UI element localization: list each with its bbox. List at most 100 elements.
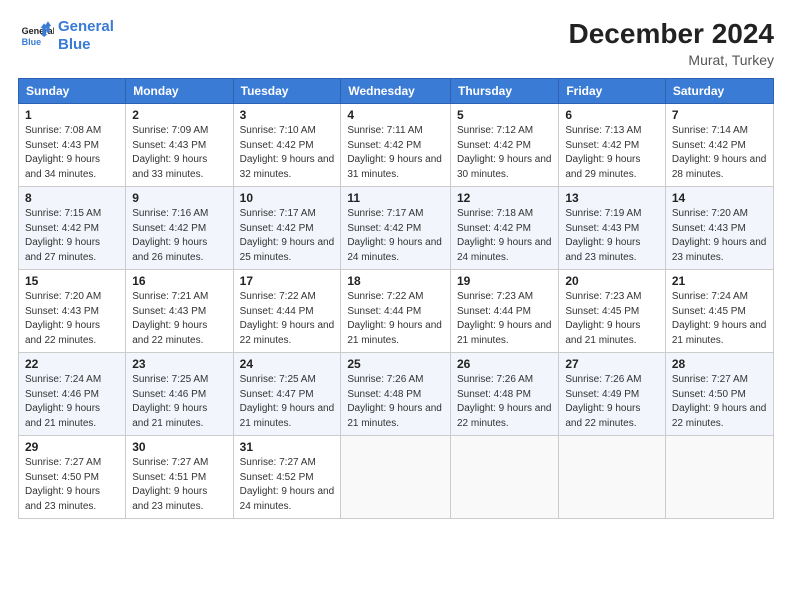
calendar-cell: 19 Sunrise: 7:23 AM Sunset: 4:44 PM Dayl… bbox=[450, 270, 558, 353]
day-number: 22 bbox=[25, 357, 119, 371]
day-number: 15 bbox=[25, 274, 119, 288]
day-info: Sunrise: 7:18 AM Sunset: 4:42 PM Dayligh… bbox=[457, 208, 552, 263]
calendar-cell: 5 Sunrise: 7:12 AM Sunset: 4:42 PM Dayli… bbox=[450, 104, 558, 187]
day-info: Sunrise: 7:13 AM Sunset: 4:42 PM Dayligh… bbox=[565, 125, 641, 180]
col-monday: Monday bbox=[126, 79, 233, 104]
day-info: Sunrise: 7:11 AM Sunset: 4:42 PM Dayligh… bbox=[347, 125, 442, 180]
day-info: Sunrise: 7:14 AM Sunset: 4:42 PM Dayligh… bbox=[672, 125, 767, 180]
day-number: 19 bbox=[457, 274, 552, 288]
subtitle: Murat, Turkey bbox=[569, 52, 774, 68]
calendar-table: Sunday Monday Tuesday Wednesday Thursday… bbox=[18, 78, 774, 519]
day-number: 29 bbox=[25, 440, 119, 454]
calendar-week-row: 29 Sunrise: 7:27 AM Sunset: 4:50 PM Dayl… bbox=[19, 436, 774, 519]
day-number: 14 bbox=[672, 191, 767, 205]
day-number: 12 bbox=[457, 191, 552, 205]
calendar-week-row: 1 Sunrise: 7:08 AM Sunset: 4:43 PM Dayli… bbox=[19, 104, 774, 187]
calendar-cell: 28 Sunrise: 7:27 AM Sunset: 4:50 PM Dayl… bbox=[665, 353, 773, 436]
day-info: Sunrise: 7:24 AM Sunset: 4:45 PM Dayligh… bbox=[672, 291, 767, 346]
day-info: Sunrise: 7:10 AM Sunset: 4:42 PM Dayligh… bbox=[240, 125, 335, 180]
day-number: 10 bbox=[240, 191, 335, 205]
calendar-cell: 7 Sunrise: 7:14 AM Sunset: 4:42 PM Dayli… bbox=[665, 104, 773, 187]
day-number: 8 bbox=[25, 191, 119, 205]
calendar-cell: 27 Sunrise: 7:26 AM Sunset: 4:49 PM Dayl… bbox=[559, 353, 666, 436]
calendar-cell: 22 Sunrise: 7:24 AM Sunset: 4:46 PM Dayl… bbox=[19, 353, 126, 436]
day-number: 18 bbox=[347, 274, 444, 288]
title-block: December 2024 Murat, Turkey bbox=[569, 18, 774, 68]
calendar-cell: 23 Sunrise: 7:25 AM Sunset: 4:46 PM Dayl… bbox=[126, 353, 233, 436]
col-wednesday: Wednesday bbox=[341, 79, 451, 104]
day-info: Sunrise: 7:27 AM Sunset: 4:50 PM Dayligh… bbox=[25, 457, 101, 512]
day-info: Sunrise: 7:22 AM Sunset: 4:44 PM Dayligh… bbox=[240, 291, 335, 346]
day-info: Sunrise: 7:27 AM Sunset: 4:50 PM Dayligh… bbox=[672, 374, 767, 429]
calendar-cell: 18 Sunrise: 7:22 AM Sunset: 4:44 PM Dayl… bbox=[341, 270, 451, 353]
calendar-cell: 11 Sunrise: 7:17 AM Sunset: 4:42 PM Dayl… bbox=[341, 187, 451, 270]
day-number: 27 bbox=[565, 357, 659, 371]
col-sunday: Sunday bbox=[19, 79, 126, 104]
calendar-cell-empty bbox=[341, 436, 451, 519]
calendar-cell: 6 Sunrise: 7:13 AM Sunset: 4:42 PM Dayli… bbox=[559, 104, 666, 187]
calendar-cell: 24 Sunrise: 7:25 AM Sunset: 4:47 PM Dayl… bbox=[233, 353, 341, 436]
day-number: 1 bbox=[25, 108, 119, 122]
day-number: 5 bbox=[457, 108, 552, 122]
day-info: Sunrise: 7:17 AM Sunset: 4:42 PM Dayligh… bbox=[240, 208, 335, 263]
calendar-cell-empty bbox=[665, 436, 773, 519]
day-number: 7 bbox=[672, 108, 767, 122]
header: General Blue GeneralBlue December 2024 M… bbox=[18, 18, 774, 68]
day-info: Sunrise: 7:09 AM Sunset: 4:43 PM Dayligh… bbox=[132, 125, 208, 180]
calendar-cell: 13 Sunrise: 7:19 AM Sunset: 4:43 PM Dayl… bbox=[559, 187, 666, 270]
day-number: 17 bbox=[240, 274, 335, 288]
day-number: 3 bbox=[240, 108, 335, 122]
calendar-week-row: 22 Sunrise: 7:24 AM Sunset: 4:46 PM Dayl… bbox=[19, 353, 774, 436]
day-info: Sunrise: 7:26 AM Sunset: 4:48 PM Dayligh… bbox=[347, 374, 442, 429]
day-info: Sunrise: 7:19 AM Sunset: 4:43 PM Dayligh… bbox=[565, 208, 641, 263]
calendar-cell: 10 Sunrise: 7:17 AM Sunset: 4:42 PM Dayl… bbox=[233, 187, 341, 270]
calendar-cell: 12 Sunrise: 7:18 AM Sunset: 4:42 PM Dayl… bbox=[450, 187, 558, 270]
day-info: Sunrise: 7:27 AM Sunset: 4:52 PM Dayligh… bbox=[240, 457, 335, 512]
calendar-cell: 31 Sunrise: 7:27 AM Sunset: 4:52 PM Dayl… bbox=[233, 436, 341, 519]
calendar-cell: 15 Sunrise: 7:20 AM Sunset: 4:43 PM Dayl… bbox=[19, 270, 126, 353]
calendar-week-row: 8 Sunrise: 7:15 AM Sunset: 4:42 PM Dayli… bbox=[19, 187, 774, 270]
day-number: 2 bbox=[132, 108, 226, 122]
calendar-cell: 1 Sunrise: 7:08 AM Sunset: 4:43 PM Dayli… bbox=[19, 104, 126, 187]
calendar-cell: 26 Sunrise: 7:26 AM Sunset: 4:48 PM Dayl… bbox=[450, 353, 558, 436]
day-info: Sunrise: 7:08 AM Sunset: 4:43 PM Dayligh… bbox=[25, 125, 101, 180]
day-info: Sunrise: 7:21 AM Sunset: 4:43 PM Dayligh… bbox=[132, 291, 208, 346]
day-number: 11 bbox=[347, 191, 444, 205]
calendar-cell: 9 Sunrise: 7:16 AM Sunset: 4:42 PM Dayli… bbox=[126, 187, 233, 270]
day-number: 9 bbox=[132, 191, 226, 205]
calendar-cell: 14 Sunrise: 7:20 AM Sunset: 4:43 PM Dayl… bbox=[665, 187, 773, 270]
svg-text:Blue: Blue bbox=[22, 37, 42, 47]
col-saturday: Saturday bbox=[665, 79, 773, 104]
col-tuesday: Tuesday bbox=[233, 79, 341, 104]
day-info: Sunrise: 7:27 AM Sunset: 4:51 PM Dayligh… bbox=[132, 457, 208, 512]
day-info: Sunrise: 7:20 AM Sunset: 4:43 PM Dayligh… bbox=[25, 291, 101, 346]
day-number: 6 bbox=[565, 108, 659, 122]
page: General Blue GeneralBlue December 2024 M… bbox=[0, 0, 792, 612]
calendar-cell: 21 Sunrise: 7:24 AM Sunset: 4:45 PM Dayl… bbox=[665, 270, 773, 353]
day-info: Sunrise: 7:26 AM Sunset: 4:49 PM Dayligh… bbox=[565, 374, 641, 429]
calendar-week-row: 15 Sunrise: 7:20 AM Sunset: 4:43 PM Dayl… bbox=[19, 270, 774, 353]
day-info: Sunrise: 7:25 AM Sunset: 4:46 PM Dayligh… bbox=[132, 374, 208, 429]
day-info: Sunrise: 7:22 AM Sunset: 4:44 PM Dayligh… bbox=[347, 291, 442, 346]
day-number: 4 bbox=[347, 108, 444, 122]
day-info: Sunrise: 7:16 AM Sunset: 4:42 PM Dayligh… bbox=[132, 208, 208, 263]
calendar-cell: 4 Sunrise: 7:11 AM Sunset: 4:42 PM Dayli… bbox=[341, 104, 451, 187]
day-info: Sunrise: 7:12 AM Sunset: 4:42 PM Dayligh… bbox=[457, 125, 552, 180]
day-number: 16 bbox=[132, 274, 226, 288]
logo-icon: General Blue bbox=[18, 18, 54, 54]
day-number: 24 bbox=[240, 357, 335, 371]
day-info: Sunrise: 7:23 AM Sunset: 4:45 PM Dayligh… bbox=[565, 291, 641, 346]
logo: General Blue GeneralBlue bbox=[18, 18, 114, 54]
day-info: Sunrise: 7:15 AM Sunset: 4:42 PM Dayligh… bbox=[25, 208, 101, 263]
day-number: 26 bbox=[457, 357, 552, 371]
calendar-cell-empty bbox=[559, 436, 666, 519]
col-friday: Friday bbox=[559, 79, 666, 104]
calendar-cell: 2 Sunrise: 7:09 AM Sunset: 4:43 PM Dayli… bbox=[126, 104, 233, 187]
logo-text: GeneralBlue bbox=[58, 18, 114, 54]
day-info: Sunrise: 7:17 AM Sunset: 4:42 PM Dayligh… bbox=[347, 208, 442, 263]
calendar-cell: 17 Sunrise: 7:22 AM Sunset: 4:44 PM Dayl… bbox=[233, 270, 341, 353]
calendar-cell: 8 Sunrise: 7:15 AM Sunset: 4:42 PM Dayli… bbox=[19, 187, 126, 270]
day-number: 30 bbox=[132, 440, 226, 454]
day-info: Sunrise: 7:23 AM Sunset: 4:44 PM Dayligh… bbox=[457, 291, 552, 346]
day-info: Sunrise: 7:24 AM Sunset: 4:46 PM Dayligh… bbox=[25, 374, 101, 429]
